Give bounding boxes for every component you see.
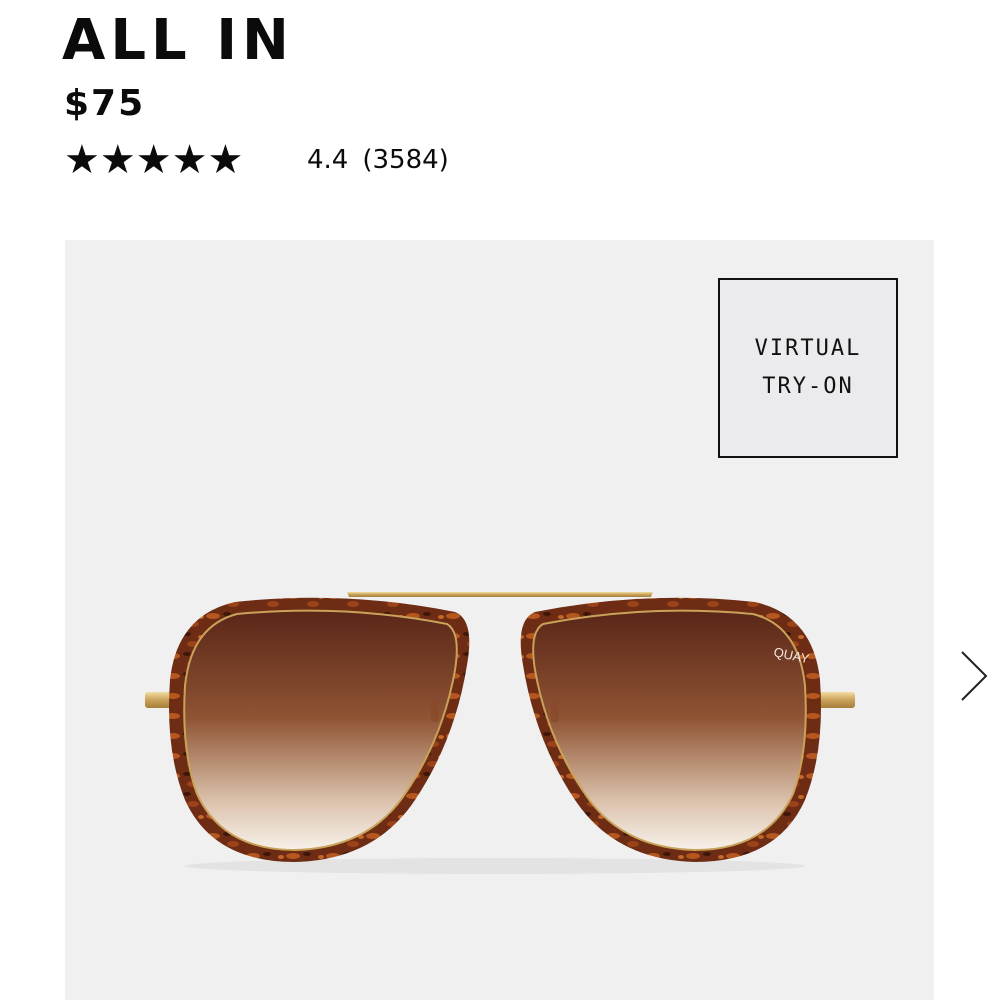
top-bridge-bar	[347, 592, 653, 597]
right-lens	[533, 610, 806, 850]
stars-filled: ★★★★★	[64, 140, 244, 180]
star-rating-icon: ★★★★★ ★★★★★	[64, 140, 269, 180]
product-page: ALL IN $75 ★★★★★ ★★★★★ 4.4 (3584) VIRTUA…	[0, 0, 1000, 1000]
chevron-right-icon[interactable]	[958, 648, 992, 704]
sunglasses-image: QUAY	[145, 592, 855, 874]
virtual-try-on-line1: VIRTUAL	[754, 336, 862, 361]
review-count[interactable]: (3584)	[362, 145, 448, 175]
rating-summary[interactable]: ★★★★★ ★★★★★ 4.4 (3584)	[64, 138, 449, 182]
product-price: $75	[64, 83, 146, 124]
product-image-panel[interactable]: VIRTUAL TRY-ON QUAY	[65, 240, 934, 1000]
product-title: ALL IN	[62, 8, 294, 73]
left-lens	[184, 610, 457, 850]
left-nose-pad	[431, 700, 439, 722]
rating-score: 4.4	[307, 145, 349, 175]
virtual-try-on-button[interactable]: VIRTUAL TRY-ON	[718, 278, 898, 458]
right-nose-pad	[551, 700, 559, 722]
virtual-try-on-line2: TRY-ON	[762, 374, 854, 399]
